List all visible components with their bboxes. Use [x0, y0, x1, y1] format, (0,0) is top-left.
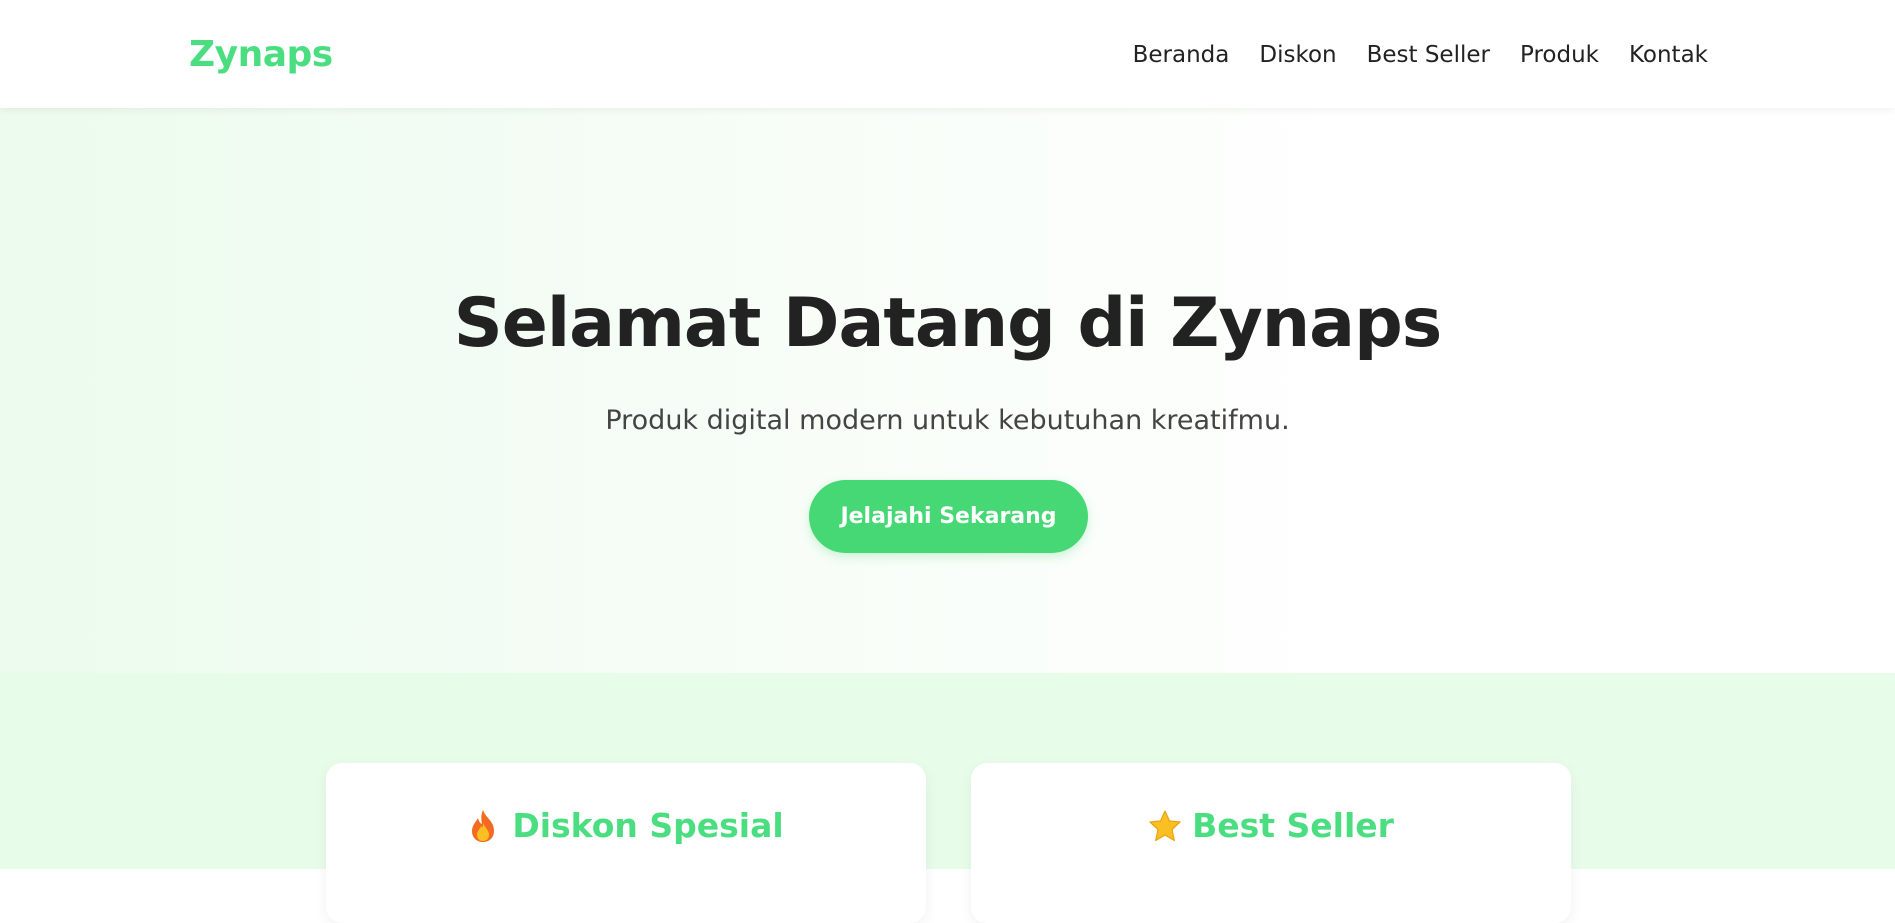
hero-title: Selamat Datang di Zynaps [453, 284, 1442, 363]
card-title-best-seller: Best Seller [1192, 806, 1394, 845]
main-nav: Beranda Diskon Best Seller Produk Kontak [1133, 40, 1708, 70]
card-heading: Diskon Spesial [326, 805, 926, 847]
nav-link-diskon[interactable]: Diskon [1259, 40, 1336, 70]
nav-link-best-seller[interactable]: Best Seller [1367, 40, 1490, 70]
features-section: Diskon Spesial Best Seller [0, 673, 1895, 923]
nav-link-produk[interactable]: Produk [1520, 40, 1599, 70]
brand-logo[interactable]: Zynaps [189, 32, 333, 78]
fire-icon [468, 809, 498, 843]
feature-card-best-seller[interactable]: Best Seller [971, 763, 1571, 923]
card-heading: Best Seller [971, 805, 1571, 847]
nav-link-beranda[interactable]: Beranda [1133, 40, 1230, 70]
hero-subtitle: Produk digital modern untuk kebutuhan kr… [605, 405, 1290, 436]
feature-card-discount[interactable]: Diskon Spesial [326, 763, 926, 923]
star-icon [1148, 809, 1181, 843]
card-title-discount: Diskon Spesial [512, 806, 784, 845]
hero-section: Selamat Datang di Zynaps Produk digital … [0, 108, 1895, 673]
explore-now-button[interactable]: Jelajahi Sekarang [809, 480, 1088, 553]
navbar: Zynaps Beranda Diskon Best Seller Produk… [0, 0, 1895, 108]
nav-link-kontak[interactable]: Kontak [1629, 40, 1708, 70]
